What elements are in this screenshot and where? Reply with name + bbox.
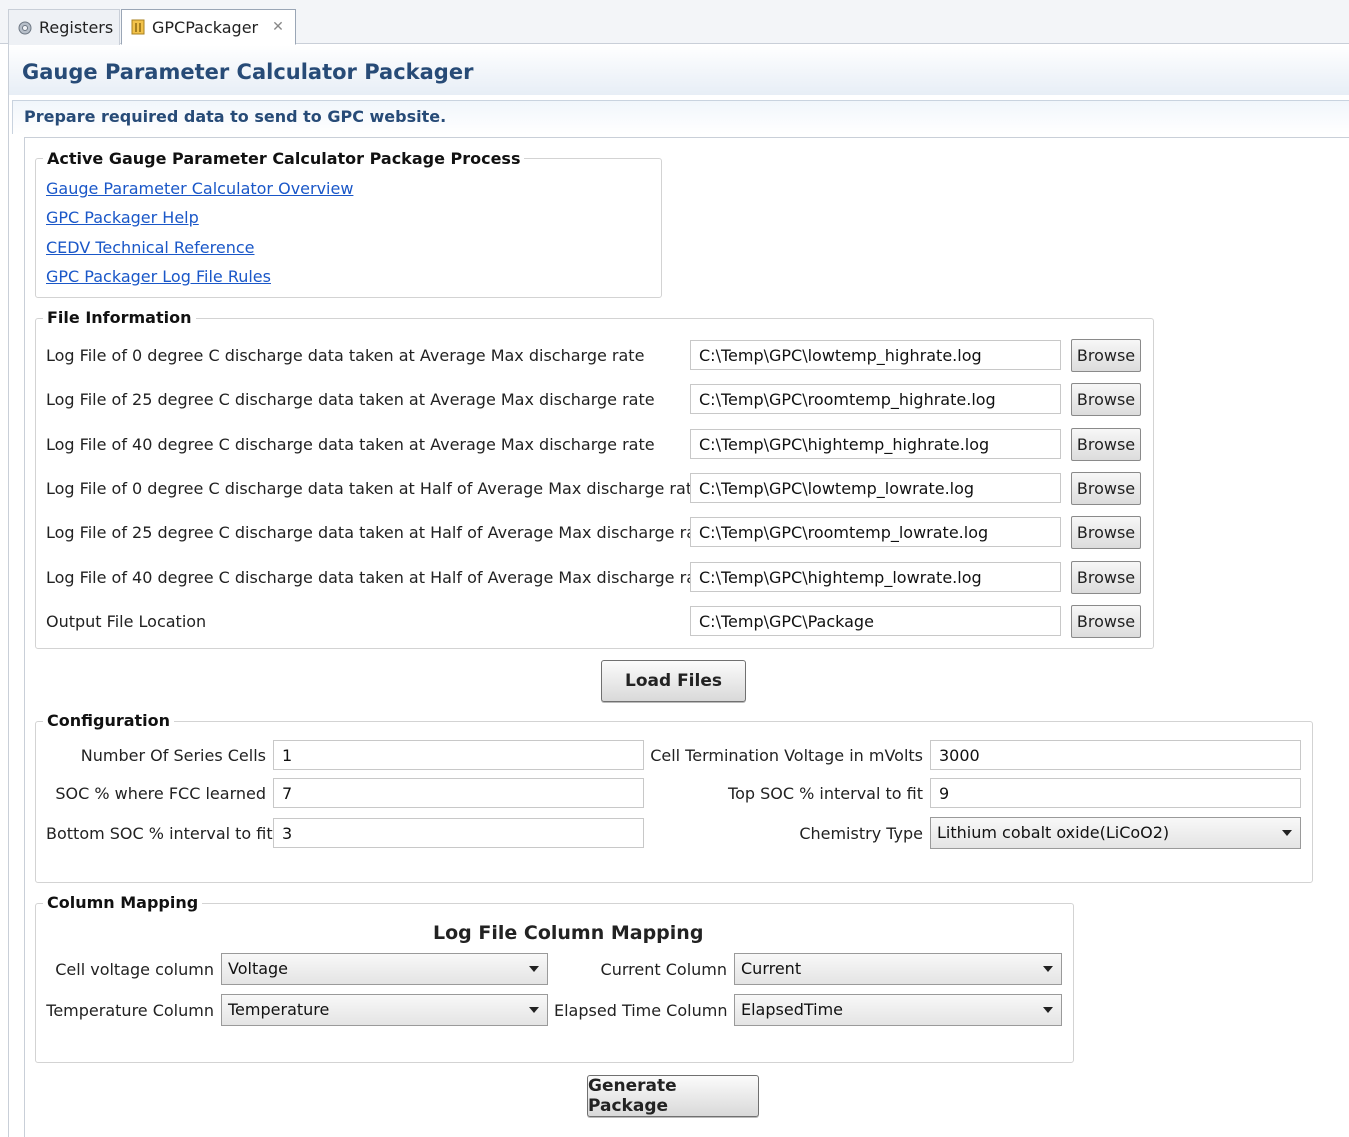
temperature-column-label: Temperature Column — [46, 1001, 214, 1020]
file-label-25c-half: Log File of 25 degree C discharge data t… — [46, 523, 713, 542]
chemistry-select-value: Lithium cobalt oxide(LiCoO2) — [937, 823, 1170, 842]
term-voltage-input[interactable] — [930, 740, 1301, 770]
top-soc-input[interactable] — [930, 778, 1301, 808]
chemistry-select[interactable]: Lithium cobalt oxide(LiCoO2) — [930, 817, 1301, 849]
browse-button-40c-half[interactable]: Browse — [1071, 561, 1141, 594]
link-gpc-overview[interactable]: Gauge Parameter Calculator Overview — [46, 179, 353, 198]
tab-registers[interactable]: Registers — [8, 9, 120, 45]
tab-registers-label: Registers — [39, 18, 114, 37]
load-files-button[interactable]: Load Files — [601, 660, 746, 702]
chemistry-label: Chemistry Type — [799, 824, 923, 843]
file-input-40c-high[interactable] — [690, 429, 1061, 459]
tab-gpcpackager-label: GPCPackager — [152, 17, 259, 37]
file-label-40c-half: Log File of 40 degree C discharge data t… — [46, 568, 713, 587]
editor-border — [8, 45, 9, 1137]
series-cells-input[interactable] — [273, 740, 644, 770]
generate-package-button[interactable]: Generate Package — [587, 1075, 759, 1117]
page-subtitle: Prepare required data to send to GPC web… — [24, 107, 447, 126]
elapsed-column-select[interactable]: ElapsedTime — [734, 994, 1062, 1026]
link-log-file-rules[interactable]: GPC Packager Log File Rules — [46, 267, 271, 286]
voltage-column-select[interactable]: Voltage — [221, 953, 548, 985]
gear-icon — [17, 20, 33, 36]
browse-button-25c-high[interactable]: Browse — [1071, 383, 1141, 416]
chevron-down-icon — [1043, 966, 1053, 972]
editor-tab-bar: Registers GPCPackager ✕ — [0, 0, 1349, 45]
file-info-legend: File Information — [43, 308, 196, 327]
browse-button-40c-high[interactable]: Browse — [1071, 428, 1141, 461]
current-column-select[interactable]: Current — [734, 953, 1062, 985]
file-input-40c-half[interactable] — [690, 562, 1061, 592]
file-label-0c-half: Log File of 0 degree C discharge data ta… — [46, 479, 702, 498]
page-title: Gauge Parameter Calculator Packager — [22, 60, 474, 84]
bottom-soc-input[interactable] — [273, 818, 644, 848]
top-soc-label: Top SOC % interval to fit — [728, 784, 923, 803]
file-label-0c-high: Log File of 0 degree C discharge data ta… — [46, 346, 645, 365]
column-mapping-legend: Column Mapping — [43, 893, 203, 912]
link-cedv-reference[interactable]: CEDV Technical Reference — [46, 238, 254, 257]
browse-button-0c-high[interactable]: Browse — [1071, 339, 1141, 372]
column-mapping-title: Log File Column Mapping — [433, 922, 704, 944]
voltage-column-label: Cell voltage column — [55, 960, 214, 979]
chevron-down-icon — [1282, 830, 1292, 836]
elapsed-column-label: Elapsed Time Column — [554, 1001, 728, 1020]
chevron-down-icon — [1043, 1007, 1053, 1013]
file-input-25c-half[interactable] — [690, 517, 1061, 547]
output-location-label: Output File Location — [46, 612, 207, 631]
temperature-column-value: Temperature — [228, 1000, 330, 1019]
term-voltage-label: Cell Termination Voltage in mVolts — [650, 746, 923, 765]
file-input-0c-high[interactable] — [690, 340, 1061, 370]
process-legend: Active Gauge Parameter Calculator Packag… — [43, 149, 525, 168]
configuration-legend: Configuration — [43, 711, 175, 730]
browse-button-0c-half[interactable]: Browse — [1071, 472, 1141, 505]
file-input-25c-high[interactable] — [690, 384, 1061, 414]
browse-button-output[interactable]: Browse — [1071, 605, 1141, 638]
file-label-40c-high: Log File of 40 degree C discharge data t… — [46, 435, 655, 454]
bottom-soc-label: Bottom SOC % interval to fit — [46, 824, 273, 843]
chevron-down-icon — [529, 966, 539, 972]
close-icon[interactable]: ✕ — [272, 19, 284, 35]
output-location-input[interactable] — [690, 606, 1061, 636]
elapsed-column-value: ElapsedTime — [741, 1000, 844, 1019]
link-gpc-packager-help[interactable]: GPC Packager Help — [46, 208, 199, 227]
series-cells-label: Number Of Series Cells — [80, 746, 266, 765]
file-input-0c-half[interactable] — [690, 473, 1061, 503]
voltage-column-value: Voltage — [228, 959, 289, 978]
chevron-down-icon — [529, 1007, 539, 1013]
file-label-25c-high: Log File of 25 degree C discharge data t… — [46, 390, 655, 409]
soc-fcc-input[interactable] — [273, 778, 644, 808]
soc-fcc-label: SOC % where FCC learned — [55, 784, 266, 803]
packager-icon — [130, 19, 146, 35]
current-column-value: Current — [741, 959, 802, 978]
temperature-column-select[interactable]: Temperature — [221, 994, 548, 1026]
current-column-label: Current Column — [600, 960, 727, 979]
tab-gpcpackager[interactable]: GPCPackager ✕ — [121, 9, 296, 45]
browse-button-25c-half[interactable]: Browse — [1071, 516, 1141, 549]
